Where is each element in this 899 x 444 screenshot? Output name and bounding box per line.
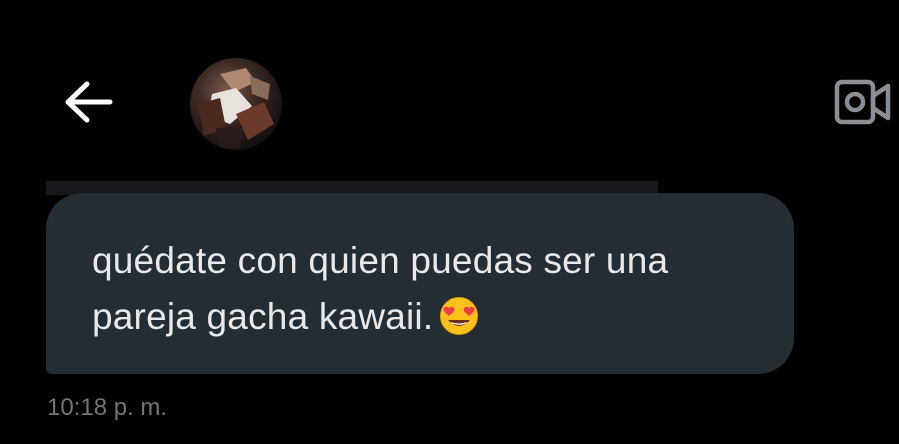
heart-eyes-emoji bbox=[440, 297, 479, 335]
profile-avatar bbox=[198, 68, 274, 148]
message-timestamp: 10:18 p. m. bbox=[47, 394, 168, 421]
conversation-header bbox=[0, 0, 899, 180]
avatar[interactable] bbox=[190, 58, 282, 150]
video-call-button[interactable] bbox=[832, 74, 894, 130]
arrow-left-icon bbox=[65, 81, 113, 123]
video-camera-icon bbox=[834, 79, 891, 125]
back-button[interactable] bbox=[58, 74, 122, 130]
message-body: quédate con quien puedas ser una pareja … bbox=[92, 240, 669, 337]
message-text: quédate con quien puedas ser una pareja … bbox=[92, 233, 754, 345]
message-bubble[interactable]: quédate con quien puedas ser una pareja … bbox=[46, 193, 794, 374]
